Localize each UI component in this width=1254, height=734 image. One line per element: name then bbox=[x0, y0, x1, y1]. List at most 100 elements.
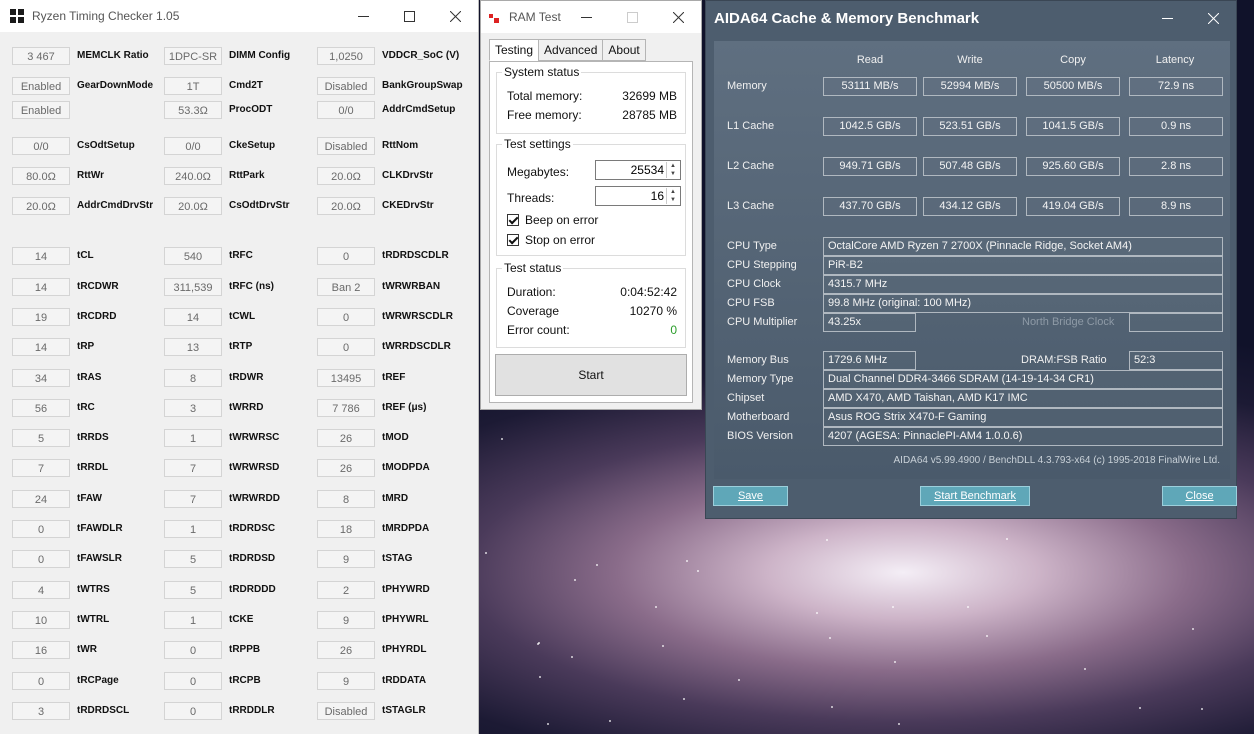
maximize-button bbox=[609, 1, 655, 33]
start-benchmark-button[interactable]: Start Benchmark bbox=[920, 486, 1030, 506]
start-button[interactable]: Start bbox=[495, 354, 687, 396]
tab-bar: Testing Advanced About bbox=[489, 39, 646, 61]
star bbox=[967, 605, 970, 608]
minimize-icon bbox=[580, 16, 592, 18]
timing-value-field: 56 bbox=[12, 399, 70, 417]
up-arrow-icon[interactable]: ▲ bbox=[667, 188, 679, 196]
bench-latency-value: 72.9 ns bbox=[1129, 77, 1223, 96]
timing-label: tWRWRBAN bbox=[382, 281, 441, 292]
tab-testing[interactable]: Testing bbox=[489, 39, 540, 61]
timing-value-field: Enabled bbox=[12, 101, 70, 119]
cpu-stepping-label: CPU Stepping bbox=[727, 259, 797, 271]
timing-label: tRDDATA bbox=[382, 675, 427, 686]
timing-label: tWRWRDD bbox=[229, 493, 280, 504]
star bbox=[596, 564, 599, 567]
timing-value-field: 14 bbox=[164, 308, 222, 326]
timing-value-field: 240.0Ω bbox=[164, 167, 222, 185]
maximize-button[interactable] bbox=[386, 0, 432, 32]
tab-about[interactable]: About bbox=[602, 39, 646, 61]
timing-value-field: 0 bbox=[317, 247, 375, 265]
testing-panel: System status Total memory: 32699 MB Fre… bbox=[489, 61, 693, 403]
down-arrow-icon[interactable]: ▼ bbox=[667, 196, 679, 204]
star bbox=[891, 606, 894, 609]
bench-write-value: 523.51 GB/s bbox=[923, 117, 1017, 136]
timing-value-field: 5 bbox=[12, 429, 70, 447]
close-button-label: Close bbox=[1185, 490, 1214, 502]
checkbox-checked-icon[interactable] bbox=[507, 214, 519, 226]
star bbox=[897, 722, 900, 725]
star bbox=[609, 719, 612, 722]
cpu-fsb-label: CPU FSB bbox=[727, 297, 775, 309]
save-button[interactable]: Save bbox=[713, 486, 788, 506]
dram-fsb-ratio-value: 52:3 bbox=[1129, 351, 1223, 370]
memory-bus-label: Memory Bus bbox=[727, 354, 789, 366]
windows-app-icon bbox=[10, 9, 24, 23]
bench-copy-value: 50500 MB/s bbox=[1026, 77, 1120, 96]
tab-advanced[interactable]: Advanced bbox=[538, 39, 604, 61]
timing-label: DIMM Config bbox=[229, 50, 291, 61]
star bbox=[829, 636, 832, 639]
star bbox=[1191, 628, 1194, 631]
timing-label: CsOdtDrvStr bbox=[229, 200, 290, 211]
save-button-label: Save bbox=[737, 490, 764, 502]
minimize-button[interactable] bbox=[340, 0, 386, 32]
timing-label: CkeSetup bbox=[229, 140, 276, 151]
system-status-group: System status Total memory: 32699 MB Fre… bbox=[496, 65, 686, 134]
megabytes-label: Megabytes: bbox=[507, 165, 570, 179]
stop-on-error-checkbox[interactable]: Stop on error bbox=[507, 233, 595, 247]
timing-value-field: 24 bbox=[12, 490, 70, 508]
close-dialog-button[interactable]: Close bbox=[1162, 486, 1237, 506]
close-button[interactable] bbox=[655, 1, 701, 33]
maximize-icon bbox=[403, 10, 415, 22]
timing-label: RttPark bbox=[229, 170, 265, 181]
aida-window-title: AIDA64 Cache & Memory Benchmark bbox=[714, 9, 980, 27]
benchmark-panel: Read Write Copy Latency CPU Type OctalCo… bbox=[714, 41, 1230, 479]
megabytes-input[interactable]: 25534 ▲ ▼ bbox=[595, 160, 681, 180]
minimize-button[interactable] bbox=[1144, 2, 1190, 34]
star bbox=[986, 634, 989, 637]
megabytes-spinner[interactable]: ▲ ▼ bbox=[666, 162, 679, 178]
timing-value-field: 1,0250 bbox=[317, 47, 375, 65]
timing-label: tCKE bbox=[229, 614, 254, 625]
checkbox-checked-icon[interactable] bbox=[507, 234, 519, 246]
cpu-multiplier-label: CPU Multiplier bbox=[727, 316, 798, 328]
timing-label: tRDRDSC bbox=[229, 523, 276, 534]
up-arrow-icon[interactable]: ▲ bbox=[667, 162, 679, 170]
timing-label: tRDWR bbox=[229, 372, 264, 383]
timing-label: tRRDDLR bbox=[229, 705, 275, 716]
timing-value-field: 20.0Ω bbox=[317, 197, 375, 215]
close-button[interactable] bbox=[1190, 2, 1236, 34]
ryzen-timing-checker-window: Ryzen Timing Checker 1.05 3 467 MEMCLK Ra… bbox=[0, 0, 479, 734]
timing-label: tRFC (ns) bbox=[229, 281, 274, 292]
close-button[interactable] bbox=[432, 0, 478, 32]
star bbox=[546, 723, 549, 726]
timing-label: MEMCLK Ratio bbox=[77, 50, 149, 61]
total-memory-value: 32699 MB bbox=[622, 89, 677, 103]
timing-label: tRCPage bbox=[77, 675, 119, 686]
ram-test-window: RAM Test Testing Advanced About System s… bbox=[480, 0, 702, 410]
bench-copy-value: 925.60 GB/s bbox=[1026, 157, 1120, 176]
timing-value-field: 0/0 bbox=[12, 137, 70, 155]
timing-value-field: 7 bbox=[164, 459, 222, 477]
bench-row-label: L3 Cache bbox=[727, 200, 775, 212]
aida-footer-version: AIDA64 v5.99.4900 / BenchDLL 4.3.793-x64… bbox=[893, 455, 1221, 466]
beep-on-error-checkbox[interactable]: Beep on error bbox=[507, 213, 598, 227]
read-header: Read bbox=[856, 54, 884, 66]
timing-label: tRRDL bbox=[77, 462, 109, 473]
timing-label: CKEDrvStr bbox=[382, 200, 434, 211]
group-title: Test status bbox=[502, 261, 564, 275]
timing-label: AddrCmdSetup bbox=[382, 104, 456, 115]
megabytes-value: 25534 bbox=[630, 163, 664, 177]
timing-value-field: 80.0Ω bbox=[12, 167, 70, 185]
threads-spinner[interactable]: ▲ ▼ bbox=[666, 188, 679, 204]
bench-write-value: 507.48 GB/s bbox=[923, 157, 1017, 176]
timing-value-field: 53.3Ω bbox=[164, 101, 222, 119]
minimize-button[interactable] bbox=[563, 1, 609, 33]
timing-value-field: Ban 2 bbox=[317, 278, 375, 296]
down-arrow-icon[interactable]: ▼ bbox=[667, 170, 679, 178]
timing-value-field: 0/0 bbox=[317, 101, 375, 119]
threads-input[interactable]: 16 ▲ ▼ bbox=[595, 186, 681, 206]
timing-value-field: Enabled bbox=[12, 77, 70, 95]
timing-value-field: 1 bbox=[164, 520, 222, 538]
timing-value-field: 18 bbox=[317, 520, 375, 538]
